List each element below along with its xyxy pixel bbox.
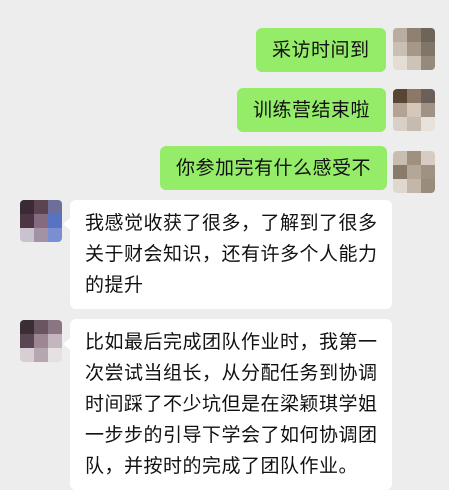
bubble-tail — [63, 338, 70, 350]
bubble-tail — [377, 162, 384, 174]
incoming-message-bubble[interactable]: 我感觉收获了很多，了解到了很多 关于财会知识，还有许多个人能力 的提升 — [70, 200, 392, 309]
bubble-tail — [377, 104, 384, 116]
outgoing-message-bubble[interactable]: 训练营结束啦 — [237, 88, 387, 132]
my-avatar[interactable] — [393, 28, 435, 70]
message-text: 采访时间到 — [272, 39, 370, 61]
message-line: 的提升 — [85, 274, 144, 296]
message-line: 时间踩了不少坑但是在梁颖琪学姐 — [85, 393, 378, 415]
message-text: 你参加完有什么感受不 — [176, 157, 372, 179]
message-text: 训练营结束啦 — [253, 99, 371, 121]
message-line: 比如最后完成团队作业时，我第一 — [85, 331, 378, 353]
contact-avatar[interactable] — [20, 320, 62, 362]
message-line: 一步步的引导下学会了如何协调团 — [85, 424, 378, 446]
my-avatar[interactable] — [393, 89, 435, 131]
my-avatar[interactable] — [393, 151, 435, 193]
message-line: 队，并按时的完成了团队作业。 — [85, 455, 359, 477]
message-line: 次尝试当组长，从分配任务到协调 — [85, 362, 378, 384]
message-line: 我感觉收获了很多，了解到了很多 — [85, 212, 378, 234]
bubble-tail — [377, 44, 384, 56]
outgoing-message-bubble[interactable]: 采访时间到 — [256, 28, 386, 72]
chat-message-list[interactable]: 采访时间到 训练营结束啦 你参加完有什么感受不 我感觉收获了很多，了解到了很多 … — [0, 0, 449, 490]
message-line: 关于财会知识，还有许多个人能力 — [85, 243, 378, 265]
incoming-message-bubble[interactable]: 比如最后完成团队作业时，我第一 次尝试当组长，从分配任务到协调 时间踩了不少坑但… — [70, 319, 392, 490]
contact-avatar[interactable] — [20, 200, 62, 242]
bubble-tail — [63, 218, 70, 230]
outgoing-message-bubble[interactable]: 你参加完有什么感受不 — [160, 146, 388, 190]
